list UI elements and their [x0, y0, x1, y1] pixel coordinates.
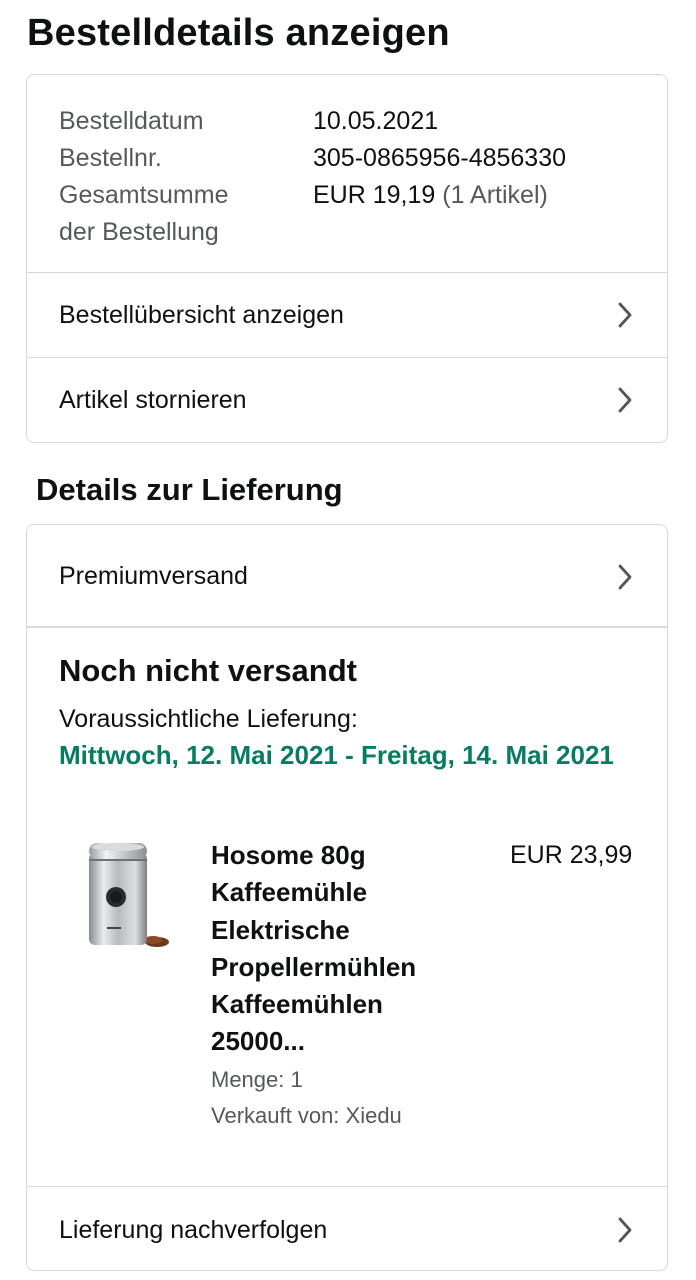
order-total-label: Gesamtsumme der Bestellung [59, 177, 299, 251]
track-package-label: Lieferung nachverfolgen [59, 1216, 328, 1244]
order-total-label-line1: Gesamtsumme [59, 181, 229, 209]
cancel-items-link[interactable]: Artikel stornieren [27, 357, 667, 442]
order-date-value: 10.05.2021 [313, 107, 439, 135]
order-overview-label: Bestellübersicht anzeigen [59, 301, 344, 329]
product-quantity: Menge: 1 [211, 1067, 303, 1092]
chevron-right-icon [609, 1214, 641, 1246]
product-image[interactable] [83, 839, 169, 957]
track-package-link[interactable]: Lieferung nachverfolgen [27, 1186, 667, 1270]
delivery-card: Premiumversand Noch nicht versandt Vorau… [26, 524, 668, 1271]
order-total-label-line2: der Bestellung [59, 218, 219, 246]
chevron-right-icon [609, 384, 641, 416]
order-overview-link[interactable]: Bestellübersicht anzeigen [27, 272, 667, 357]
shipping-method-link[interactable]: Premiumversand [27, 525, 667, 626]
shipping-method-label: Premiumversand [59, 562, 248, 590]
product-name-link[interactable]: Hosome 80g Kaffeemühle Elektrische Prope… [211, 837, 471, 1061]
estimated-delivery-date: Mittwoch, 12. Mai 2021 - Freitag, 14. Ma… [59, 740, 614, 770]
divider [27, 626, 667, 628]
product-price: EUR 23,99 [510, 841, 633, 869]
order-summary-card: Bestelldatum 10.05.2021 Bestellnr. 305-0… [26, 74, 668, 443]
product-seller: Verkauft von: Xiedu [211, 1103, 402, 1128]
chevron-right-icon [609, 561, 641, 593]
order-date-label: Bestelldatum [59, 107, 204, 135]
cancel-items-label: Artikel stornieren [59, 386, 247, 414]
shipment-status: Noch nicht versandt [59, 653, 357, 688]
chevron-right-icon [609, 299, 641, 331]
order-summary-details: Bestelldatum 10.05.2021 Bestellnr. 305-0… [27, 75, 667, 272]
order-total-amount: EUR 19,19 [313, 181, 436, 209]
order-number-label: Bestellnr. [59, 144, 162, 172]
estimated-delivery-label: Voraussichtliche Lieferung: [59, 705, 358, 733]
order-total-value: EUR 19,19 (1 Artikel) [313, 177, 548, 214]
delivery-section-title: Details zur Lieferung [36, 472, 343, 507]
order-number-value: 305-0865956-4856330 [313, 144, 567, 172]
order-item-count: (1 Artikel) [442, 181, 548, 209]
page-title: Bestelldetails anzeigen [27, 12, 450, 54]
